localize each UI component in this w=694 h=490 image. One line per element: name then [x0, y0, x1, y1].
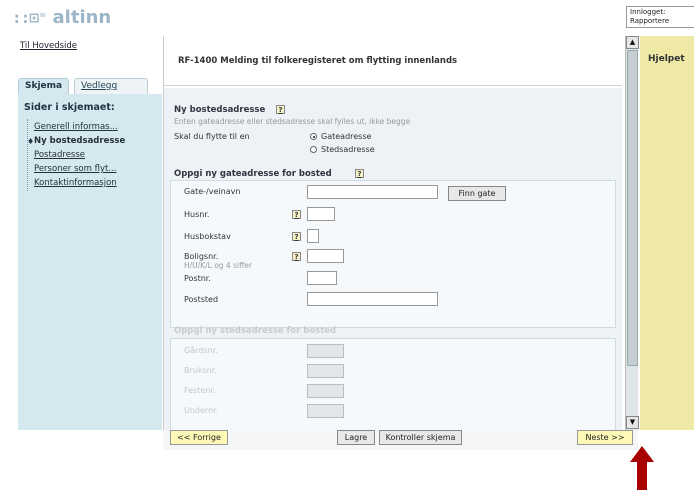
previous-button[interactable]: << Forrige: [170, 430, 228, 445]
title-divider: [164, 85, 622, 86]
apartment-number-input[interactable]: [307, 249, 344, 263]
altinn-logo-icon: ::⊡⁼: [12, 7, 48, 27]
postal-number-input[interactable]: [307, 271, 337, 285]
help-panel: Hjelpet: [640, 36, 694, 430]
house-letter-label: Husbokstav: [184, 232, 231, 241]
sidebar-item-kontaktinformasjon[interactable]: Kontaktinformasjon: [34, 178, 117, 188]
sidebar: Sider i skjemaet: Generell informas... ♦…: [18, 94, 162, 430]
radio-gateadresse[interactable]: Gateadresse: [310, 132, 371, 141]
help-icon[interactable]: ?: [292, 252, 301, 261]
login-status-box: Innlogget: Rapportere: [626, 6, 694, 28]
undernummer-label: Undernr.: [184, 406, 219, 415]
radio-gateadresse-label: Gateadresse: [321, 132, 372, 141]
street-label: Gate-/veinavn: [184, 187, 241, 196]
section-heading-gateadresse: Oppgi ny gateadresse for bosted: [174, 169, 332, 179]
help-icon[interactable]: ?: [292, 210, 301, 219]
radio-stedsadresse-label: Stedsadresse: [321, 145, 375, 154]
apartment-number-label: Boligsnr.: [184, 252, 219, 261]
next-button[interactable]: Neste >>: [577, 430, 633, 445]
section-heading-ny-bostedsadresse: Ny bostedsadresse: [174, 105, 266, 115]
festenummer-label: Festenr.: [184, 386, 216, 395]
help-panel-title: Hjelpet: [648, 54, 685, 64]
form-content: Ny bostedsadresse ? Enten gateadresse el…: [164, 88, 622, 430]
address-type-question: Skal du flytte til en: [174, 132, 250, 141]
help-icon[interactable]: ?: [292, 232, 301, 241]
validate-form-button[interactable]: Kontroller skjema: [379, 430, 462, 445]
street-input[interactable]: [307, 185, 438, 199]
postal-place-label: Poststed: [184, 295, 219, 304]
postal-number-label: Postnr.: [184, 274, 211, 283]
undernummer-input: [307, 404, 344, 418]
role-status-line: Rapportere: [630, 17, 670, 25]
apartment-number-hint: H/U/K/L og 4 siffer: [184, 261, 252, 270]
form-title: RF-1400 Melding til folkeregisteret om f…: [178, 56, 458, 66]
sidebar-item-generell-informasjon[interactable]: Generell informas...: [34, 122, 118, 132]
tab-vedlegg[interactable]: Vedlegg: [74, 78, 148, 95]
postal-place-input[interactable]: [307, 292, 438, 306]
radio-unselected-icon[interactable]: [310, 146, 317, 153]
gardsnummer-input: [307, 344, 344, 358]
sidebar-title: Sider i skjemaet:: [24, 102, 115, 113]
scrollbar-thumb[interactable]: [627, 50, 638, 366]
tab-skjema[interactable]: Skjema: [18, 78, 70, 95]
scroll-up-icon[interactable]: ▲: [626, 36, 639, 49]
form-panel: RF-1400 Melding til folkeregisteret om f…: [163, 36, 622, 430]
form-scrollbar[interactable]: ▲ ▼: [625, 36, 639, 430]
house-number-input[interactable]: [307, 207, 335, 221]
house-letter-input[interactable]: [307, 229, 319, 243]
sidebar-item-postadresse[interactable]: Postadresse: [34, 150, 85, 160]
festenummer-input: [307, 384, 344, 398]
login-status-line: Innlogget:: [630, 8, 666, 16]
house-number-label: Husnr.: [184, 210, 210, 219]
find-street-button[interactable]: Finn gate: [448, 186, 506, 201]
radio-stedsadresse[interactable]: Stedsadresse: [310, 145, 375, 154]
section-hint: Enten gateadresse eller stedsadresse ska…: [174, 117, 411, 126]
gardsnummer-label: Gårdsnr.: [184, 346, 218, 355]
help-icon[interactable]: ?: [276, 105, 285, 114]
sidebar-item-personer-som-flytter[interactable]: Personer som flyt...: [34, 164, 116, 174]
altinn-logo: ::⊡⁼ altinn: [12, 6, 111, 28]
bruksnummer-label: Bruksnr.: [184, 366, 217, 375]
help-icon[interactable]: ?: [355, 169, 364, 178]
stedsadresse-fieldset: [170, 338, 616, 430]
section-heading-stedsadresse: Oppgi ny stedsadresse for bosted: [174, 326, 337, 336]
home-link[interactable]: Til Hovedside: [20, 41, 77, 51]
sidebar-item-ny-bostedsadresse: Ny bostedsadresse: [34, 136, 126, 146]
altinn-logo-text: altinn: [52, 6, 112, 28]
red-arrow-icon: [630, 446, 654, 490]
radio-selected-icon[interactable]: [310, 133, 317, 140]
bruksnummer-input: [307, 364, 344, 378]
scroll-down-icon[interactable]: ▼: [626, 416, 639, 429]
save-button[interactable]: Lagre: [337, 430, 375, 445]
tree-line: [27, 119, 28, 191]
